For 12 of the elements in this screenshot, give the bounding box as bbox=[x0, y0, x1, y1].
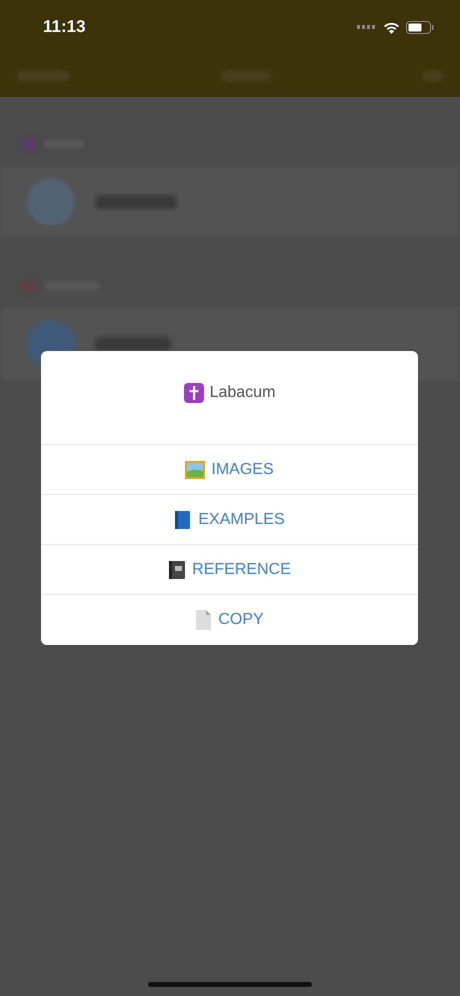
dialog-title: Labacum bbox=[210, 383, 276, 403]
picture-frame-icon bbox=[185, 460, 206, 480]
document-icon bbox=[195, 610, 212, 630]
cross-icon bbox=[184, 383, 204, 403]
notebook-icon bbox=[168, 560, 186, 580]
status-time: 11:13 bbox=[43, 17, 86, 37]
signal-icon bbox=[357, 25, 377, 29]
blurred-section-icon bbox=[22, 137, 36, 151]
wifi-icon bbox=[383, 20, 400, 34]
book-icon bbox=[174, 510, 192, 530]
battery-icon bbox=[406, 20, 434, 34]
blurred-avatar bbox=[27, 178, 75, 226]
